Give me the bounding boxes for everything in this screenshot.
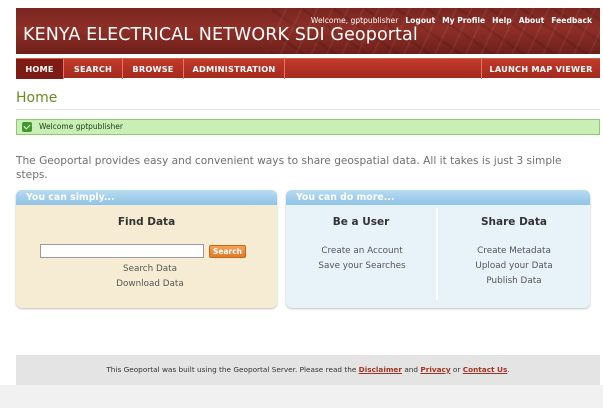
site-footer: This Geoportal was built using the Geopo… (16, 355, 600, 385)
checkmark-icon (22, 122, 32, 132)
disclaimer-link[interactable]: Disclaimer (359, 365, 402, 374)
top-links: Welcome, gptpublisher Logout My Profile … (311, 16, 592, 25)
find-data-title: Find Data (117, 216, 176, 228)
nav-search[interactable]: SEARCH (64, 59, 122, 79)
create-account-link[interactable]: Create an Account (286, 246, 438, 256)
share-data-title: Share Data (481, 216, 547, 228)
nav-launch-map-viewer[interactable]: LAUNCH MAP VIEWER (482, 59, 600, 79)
do-more-panel: You can do more... Be a User Create an A… (286, 190, 590, 308)
nav-browse[interactable]: BROWSE (123, 59, 183, 79)
about-link[interactable]: About (519, 16, 545, 25)
site-header: KENYA ELECTRICAL NETWORK SDI Geoportal W… (16, 8, 600, 54)
footer-text: This Geoportal was built using the Geopo… (106, 365, 357, 374)
nav-home[interactable]: HOME (16, 59, 63, 79)
footer-and: and (404, 365, 419, 374)
my-profile-link[interactable]: My Profile (442, 16, 485, 25)
main-nav: HOME SEARCH BROWSE ADMINISTRATION LAUNCH… (16, 58, 600, 79)
create-metadata-link[interactable]: Create Metadata (438, 246, 590, 256)
title-divider (16, 109, 600, 110)
welcome-text: Welcome, gptpublisher (310, 16, 399, 25)
panel-header-left: You can simply... (16, 190, 277, 205)
contact-us-link[interactable]: Contact Us (463, 365, 508, 374)
footer-period: . (507, 365, 510, 374)
download-data-link[interactable]: Download Data (16, 279, 284, 289)
feedback-link[interactable]: Feedback (551, 16, 592, 25)
save-searches-link[interactable]: Save your Searches (286, 261, 438, 271)
success-message-text: Welcome gptpublisher (39, 122, 123, 131)
search-button[interactable]: Search (209, 245, 246, 258)
site-title: KENYA ELECTRICAL NETWORK SDI Geoportal (23, 25, 418, 45)
publish-data-link[interactable]: Publish Data (438, 276, 590, 286)
search-data-link[interactable]: Search Data (16, 264, 284, 274)
privacy-link[interactable]: Privacy (420, 365, 450, 374)
be-a-user-title: Be a User (332, 216, 390, 228)
success-message: Welcome gptpublisher (16, 119, 600, 135)
page-bottom-band (0, 385, 603, 408)
panel-header-right: You can do more... (286, 190, 590, 205)
help-link[interactable]: Help (492, 16, 512, 25)
page-title: Home (16, 90, 58, 106)
search-input[interactable] (40, 244, 204, 258)
footer-or: or (452, 365, 461, 374)
logout-link[interactable]: Logout (405, 16, 435, 25)
intro-text: The Geoportal provides easy and convenie… (16, 155, 562, 181)
nav-separator (284, 59, 285, 79)
nav-administration[interactable]: ADMINISTRATION (184, 59, 284, 79)
upload-data-link[interactable]: Upload your Data (438, 261, 590, 271)
